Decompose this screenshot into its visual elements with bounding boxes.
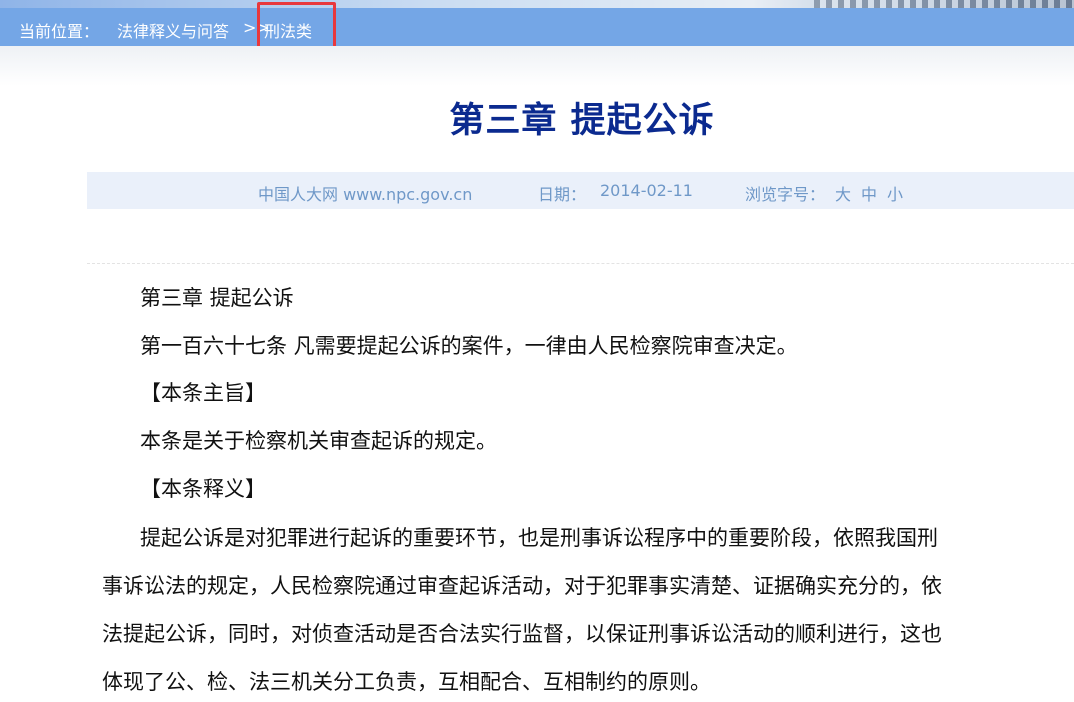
content-chapter: 第三章 提起公诉 xyxy=(140,286,294,310)
meta-date-label: 日期： xyxy=(538,185,587,204)
meta-date-value: 2014-02-11 xyxy=(600,181,693,200)
content-explain-line: 事诉讼法的规定，人民检察院通过审查起诉活动，对于犯罪事实清楚、证据确实充分的，依 xyxy=(102,574,942,598)
article-meta-bar: 中国人大网 www.npc.gov.cn 日期： 2014-02-11 浏览字号… xyxy=(87,172,1074,209)
header-banner-pattern xyxy=(814,0,1074,8)
font-size-small-button[interactable]: 小 xyxy=(887,181,903,205)
content-explain-heading: 【本条释义】 xyxy=(140,477,266,501)
content-gist-text: 本条是关于检察机关审查起诉的规定。 xyxy=(140,429,497,453)
breadcrumb: 当前位置： 法律释义与问答 >> 刑法类 xyxy=(0,8,1074,46)
content-article-text: 第一百六十七条 凡需要提起公诉的案件，一律由人民检察院审查决定。 xyxy=(140,334,798,358)
meta-font-size-label: 浏览字号： xyxy=(745,185,826,204)
breadcrumb-label: 当前位置： xyxy=(19,22,100,41)
content-gist-heading: 【本条主旨】 xyxy=(140,381,266,405)
meta-source: 中国人大网 www.npc.gov.cn xyxy=(258,185,473,204)
content-explain-line: 提起公诉是对犯罪进行起诉的重要环节，也是刑事诉讼程序中的重要阶段，依照我国刑 xyxy=(140,526,938,550)
breadcrumb-link-criminal-law[interactable]: 刑法类 xyxy=(264,18,312,42)
content-explain-line: 法提起公诉，同时，对侦查活动是否合法实行监督，以保证刑事诉讼活动的顺利进行，这也 xyxy=(102,622,942,646)
header-shadow xyxy=(0,46,1074,86)
font-size-large-button[interactable]: 大 xyxy=(835,181,851,205)
font-size-medium-button[interactable]: 中 xyxy=(861,181,877,205)
breadcrumb-link-legal-interpretation[interactable]: 法律释义与问答 xyxy=(117,18,229,42)
header-banner xyxy=(0,0,1074,8)
content-explain-line: 体现了公、检、法三机关分工负责，互相配合、互相制约的原则。 xyxy=(102,670,711,694)
divider xyxy=(87,263,1074,264)
page-title: 第三章 提起公诉 xyxy=(449,101,715,141)
